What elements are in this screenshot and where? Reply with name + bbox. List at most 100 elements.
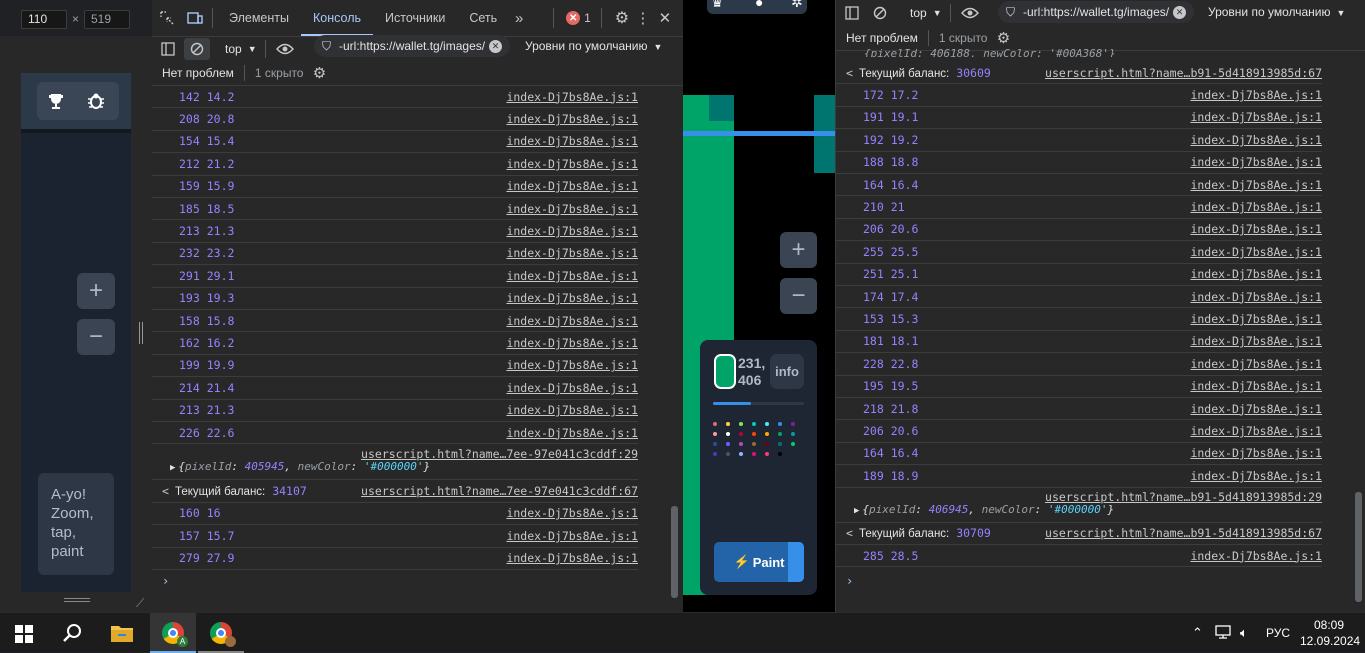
palette-color[interactable] xyxy=(726,442,730,446)
balance-log[interactable]: < Текущий баланс: 30709 xyxy=(846,526,991,540)
tab-elements[interactable]: Элементы xyxy=(217,0,301,36)
selected-color-swatch[interactable] xyxy=(714,354,736,389)
log-values[interactable]: 226 22.6 xyxy=(179,426,234,440)
windows-start-icon[interactable] xyxy=(15,625,33,646)
log-values[interactable]: 195 19.5 xyxy=(863,379,918,393)
eye-icon[interactable] xyxy=(959,7,981,19)
pixel-teal[interactable] xyxy=(709,95,734,121)
zoom-out-button[interactable]: − xyxy=(780,278,817,314)
close-icon[interactable]: ✕ xyxy=(654,9,676,27)
palette-color[interactable] xyxy=(778,452,782,456)
console-filter-input[interactable]: ⛉ -url:https://wallet.tg/images/ ✕ xyxy=(314,35,510,57)
source-link[interactable]: index-Dj7bs8Ae.js:1 xyxy=(1190,446,1322,460)
log-values[interactable]: 164 16.4 xyxy=(863,178,918,192)
source-link[interactable]: index-Dj7bs8Ae.js:1 xyxy=(1190,110,1322,124)
source-link[interactable]: index-Dj7bs8Ae.js:1 xyxy=(506,336,638,350)
source-link[interactable]: index-Dj7bs8Ae.js:1 xyxy=(506,224,638,238)
palette-color[interactable] xyxy=(791,432,795,436)
log-values[interactable]: 157 15.7 xyxy=(179,529,234,543)
settings-gear-icon[interactable]: ⚙ xyxy=(612,8,632,28)
palette-color[interactable] xyxy=(752,432,756,436)
palette-color[interactable] xyxy=(752,452,756,456)
resize-handle-icon[interactable] xyxy=(64,598,90,599)
trophy-icon[interactable]: ♛ xyxy=(711,0,724,11)
source-link[interactable]: index-Dj7bs8Ae.js:1 xyxy=(1190,267,1322,281)
palette-color[interactable] xyxy=(726,452,730,456)
log-values[interactable]: 210 21 xyxy=(863,200,905,214)
source-link[interactable]: userscript.html?name…b91-5d418913985d:67 xyxy=(1045,526,1322,540)
info-button[interactable]: info xyxy=(770,354,804,389)
log-values[interactable]: 164 16.4 xyxy=(863,446,918,460)
console-scrollbar[interactable] xyxy=(668,86,681,606)
log-values[interactable]: 214 21.4 xyxy=(179,381,234,395)
source-link[interactable]: index-Dj7bs8Ae.js:1 xyxy=(506,291,638,305)
issues-status[interactable]: Нет проблем xyxy=(846,31,918,45)
log-values[interactable]: 153 15.3 xyxy=(863,312,918,326)
source-link[interactable]: index-Dj7bs8Ae.js:1 xyxy=(506,246,638,260)
source-link[interactable]: userscript.html?name…b91-5d418913985d:29 xyxy=(1045,490,1322,504)
palette-color[interactable] xyxy=(791,422,795,426)
log-values[interactable]: 285 28.5 xyxy=(863,549,918,563)
zoom-in-button[interactable]: + xyxy=(780,232,817,268)
source-link[interactable]: userscript.html?name…b91-5d418913985d:67 xyxy=(1045,66,1322,80)
user-icon[interactable]: ● xyxy=(755,0,763,10)
hidden-count[interactable]: 1 скрыто xyxy=(939,31,988,45)
source-link[interactable]: index-Dj7bs8Ae.js:1 xyxy=(506,202,638,216)
clock[interactable]: 08:09 12.09.2024 xyxy=(1300,617,1360,649)
expand-triangle-icon[interactable]: ▶ xyxy=(170,463,175,473)
source-link[interactable]: userscript.html?name…7ee-97e041c3cddf:67 xyxy=(361,484,638,498)
palette-color[interactable] xyxy=(739,422,743,426)
source-link[interactable]: index-Dj7bs8Ae.js:1 xyxy=(506,112,638,126)
source-link[interactable]: index-Dj7bs8Ae.js:1 xyxy=(1190,469,1322,483)
console-scrollbar[interactable] xyxy=(1352,52,1365,612)
palette-color[interactable] xyxy=(765,442,769,446)
source-link[interactable]: index-Dj7bs8Ae.js:1 xyxy=(506,381,638,395)
log-values[interactable]: 191 19.1 xyxy=(863,110,918,124)
log-levels-dropdown[interactable]: Уровни по умолчанию ▼ xyxy=(525,39,662,53)
log-values[interactable]: 208 20.8 xyxy=(179,112,234,126)
source-link[interactable]: index-Dj7bs8Ae.js:1 xyxy=(1190,88,1322,102)
console-filter-input[interactable]: ⛉ -url:https://wallet.tg/images/ ✕ xyxy=(998,1,1194,23)
log-values[interactable]: 206 20.6 xyxy=(863,424,918,438)
palette-color[interactable] xyxy=(726,422,730,426)
log-values[interactable]: 192 19.2 xyxy=(863,133,918,147)
balance-log[interactable]: < Текущий баланс: 34107 xyxy=(162,484,307,498)
balance-log[interactable]: < Текущий баланс: 30609 xyxy=(846,66,991,80)
source-link[interactable]: index-Dj7bs8Ae.js:1 xyxy=(1190,290,1322,304)
clear-console-icon[interactable] xyxy=(184,37,210,60)
source-link[interactable]: index-Dj7bs8Ae.js:1 xyxy=(1190,222,1322,236)
context-selector[interactable]: top xyxy=(910,6,927,20)
log-values[interactable]: 162 16.2 xyxy=(179,336,234,350)
trophy-icon[interactable] xyxy=(43,88,69,114)
hidden-count[interactable]: 1 скрыто xyxy=(255,66,304,80)
expand-triangle-icon[interactable]: ▶ xyxy=(854,506,859,516)
palette-color[interactable] xyxy=(778,422,782,426)
issues-status[interactable]: Нет проблем xyxy=(162,66,234,80)
source-link[interactable]: index-Dj7bs8Ae.js:1 xyxy=(506,134,638,148)
palette-color[interactable] xyxy=(739,442,743,446)
sidebar-toggle-icon[interactable] xyxy=(836,2,868,24)
log-values[interactable]: 188 18.8 xyxy=(863,155,918,169)
log-values[interactable]: 212 21.2 xyxy=(179,157,234,171)
error-count[interactable]: 1 xyxy=(584,11,591,25)
source-link[interactable]: index-Dj7bs8Ae.js:1 xyxy=(506,90,638,104)
log-levels-dropdown[interactable]: Уровни по умолчанию ▼ xyxy=(1208,5,1345,19)
palette-color[interactable] xyxy=(778,442,782,446)
clear-filter-icon[interactable]: ✕ xyxy=(489,39,502,53)
source-link[interactable]: index-Dj7bs8Ae.js:1 xyxy=(1190,155,1322,169)
source-link[interactable]: index-Dj7bs8Ae.js:1 xyxy=(1190,334,1322,348)
palette-color[interactable] xyxy=(713,452,717,456)
corner-resize-icon[interactable]: ⟋ xyxy=(136,596,144,611)
chevron-down-icon[interactable]: ▼ xyxy=(933,8,942,18)
bug-icon[interactable] xyxy=(83,88,109,114)
source-link[interactable]: index-Dj7bs8Ae.js:1 xyxy=(1190,424,1322,438)
source-link[interactable]: index-Dj7bs8Ae.js:1 xyxy=(506,358,638,372)
clear-filter-icon[interactable]: ✕ xyxy=(1173,5,1186,19)
panel-splitter-icon[interactable] xyxy=(139,322,143,344)
sidebar-toggle-icon[interactable] xyxy=(152,38,184,60)
clear-console-icon[interactable] xyxy=(868,2,892,24)
console-prompt-icon[interactable]: › xyxy=(162,574,169,588)
console-settings-icon[interactable]: ⚙ xyxy=(309,64,329,82)
source-link[interactable]: index-Dj7bs8Ae.js:1 xyxy=(1190,245,1322,259)
palette-color[interactable] xyxy=(726,432,730,436)
